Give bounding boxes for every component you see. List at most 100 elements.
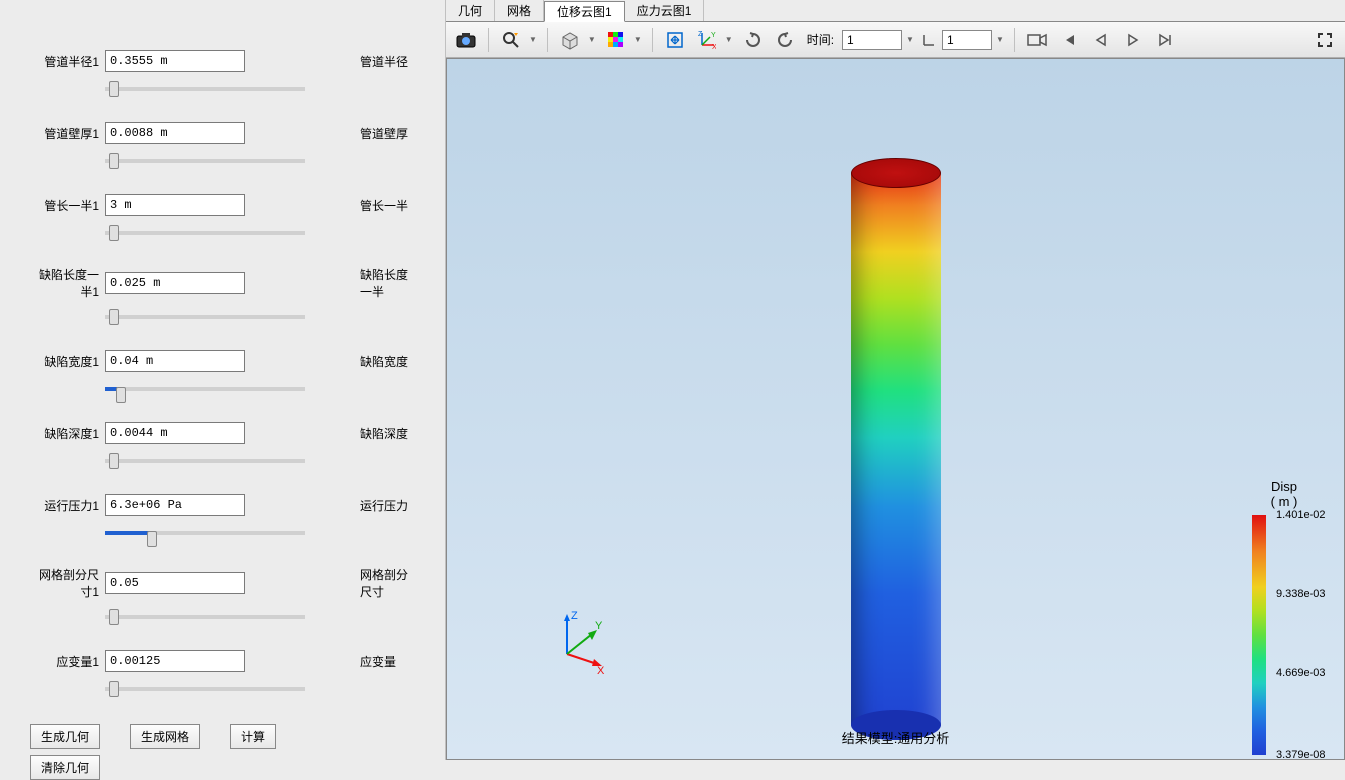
- legend-gradient-bar: 1.401e-029.338e-034.669e-033.379e-08: [1252, 515, 1266, 755]
- svg-text:Z: Z: [698, 31, 703, 38]
- cube-dropdown-icon[interactable]: ▼: [632, 31, 644, 48]
- param-row-6: 运行压力1 运行压力: [30, 494, 415, 516]
- box-icon[interactable]: [556, 26, 584, 54]
- camera-icon[interactable]: [1023, 26, 1051, 54]
- param-label: 管长一半1: [30, 197, 105, 214]
- param-input-8[interactable]: [105, 650, 245, 672]
- param-desc: 缺陷宽度: [360, 353, 408, 370]
- tab-1[interactable]: 网格: [495, 0, 544, 21]
- rotate-ccw-icon[interactable]: [771, 26, 799, 54]
- param-slider-8[interactable]: [105, 687, 305, 691]
- time-value-1-input[interactable]: [842, 30, 902, 50]
- param-input-4[interactable]: [105, 350, 245, 372]
- param-desc: 运行压力: [360, 497, 408, 514]
- time2-dropdown-icon[interactable]: ▼: [994, 31, 1006, 48]
- param-desc: 缺陷长度一半: [360, 266, 415, 300]
- fullscreen-icon[interactable]: [1311, 26, 1339, 54]
- screenshot-icon[interactable]: [452, 26, 480, 54]
- zoom-dropdown-icon[interactable]: ▼: [527, 31, 539, 48]
- param-label: 缺陷深度1: [30, 425, 105, 442]
- button-row-1: 生成几何 生成网格 计算: [30, 724, 415, 749]
- svg-text:Y: Y: [711, 32, 716, 39]
- legend-tick: 3.379e-08: [1276, 749, 1326, 761]
- param-row-0: 管道半径1 管道半径: [30, 50, 415, 72]
- param-slider-1[interactable]: [105, 159, 305, 163]
- param-input-7[interactable]: [105, 572, 245, 594]
- time-value-2-input[interactable]: [942, 30, 992, 50]
- tab-2[interactable]: 位移云图1: [544, 1, 625, 22]
- calculate-button[interactable]: 计算: [230, 724, 276, 749]
- param-row-7: 网格剖分尺寸1 网格剖分尺寸: [30, 566, 415, 600]
- legend-tick: 4.669e-03: [1276, 667, 1326, 679]
- result-title: 结果模型:通用分析: [842, 728, 950, 747]
- rotate-cw-icon[interactable]: [739, 26, 767, 54]
- tab-3[interactable]: 应力云图1: [625, 0, 705, 21]
- param-label: 网格剖分尺寸1: [30, 566, 105, 600]
- svg-text:Z: Z: [571, 610, 578, 622]
- legend-title-1: Disp: [1244, 479, 1324, 494]
- color-legend: Disp ( m ) 1.401e-029.338e-034.669e-033.…: [1244, 479, 1324, 755]
- param-desc: 缺陷深度: [360, 425, 408, 442]
- time-label: 时间:: [807, 31, 834, 48]
- right-panel: 几何网格位移云图1应力云图1 ▼ ▼ ▼ ZYX ▼ 时间: ▼ ▼: [445, 0, 1345, 760]
- axes-icon[interactable]: Z YX: [693, 26, 721, 54]
- svg-text:X: X: [712, 44, 716, 49]
- param-input-0[interactable]: [105, 50, 245, 72]
- param-row-3: 缺陷长度一半1 缺陷长度一半: [30, 266, 415, 300]
- clear-geometry-button[interactable]: 清除几何: [30, 755, 100, 780]
- param-input-5[interactable]: [105, 422, 245, 444]
- param-row-5: 缺陷深度1 缺陷深度: [30, 422, 415, 444]
- param-label: 运行压力1: [30, 497, 105, 514]
- generate-geometry-button[interactable]: 生成几何: [30, 724, 100, 749]
- generate-mesh-button[interactable]: 生成网格: [130, 724, 200, 749]
- param-input-3[interactable]: [105, 272, 245, 294]
- param-slider-2[interactable]: [105, 231, 305, 235]
- param-desc: 网格剖分尺寸: [360, 566, 415, 600]
- time1-dropdown-icon[interactable]: ▼: [904, 31, 916, 48]
- param-row-2: 管长一半1 管长一半: [30, 194, 415, 216]
- 3d-viewport[interactable]: Z Y X 结果模型:通用分析 Disp ( m ) 1.401e-029.33…: [446, 58, 1345, 760]
- param-label: 应变量1: [30, 653, 105, 670]
- pan-icon[interactable]: [661, 26, 689, 54]
- cylinder-model: [851, 159, 941, 739]
- param-desc: 管长一半: [360, 197, 408, 214]
- view-tabs: 几何网格位移云图1应力云图1: [446, 0, 1345, 22]
- param-input-1[interactable]: [105, 122, 245, 144]
- legend-title-2: ( m ): [1244, 494, 1324, 509]
- param-slider-7[interactable]: [105, 615, 305, 619]
- legend-tick: 9.338e-03: [1276, 588, 1326, 600]
- play-icon[interactable]: [1119, 26, 1147, 54]
- rubiks-cube-icon[interactable]: [602, 26, 630, 54]
- param-slider-0[interactable]: [105, 87, 305, 91]
- param-row-8: 应变量1 应变量: [30, 650, 415, 672]
- param-slider-3[interactable]: [105, 315, 305, 319]
- param-label: 管道壁厚1: [30, 125, 105, 142]
- param-desc: 管道半径: [360, 53, 408, 70]
- viewport-toolbar: ▼ ▼ ▼ Z YX ▼ 时间: ▼ ▼: [446, 22, 1345, 58]
- param-label: 管道半径1: [30, 53, 105, 70]
- param-slider-4[interactable]: [105, 387, 305, 391]
- axis-triad: Z Y X: [547, 609, 607, 669]
- param-desc: 管道壁厚: [360, 125, 408, 142]
- parameter-panel: 管道半径1管道半径管道壁厚1管道壁厚管长一半1管长一半缺陷长度一半1缺陷长度一半…: [0, 0, 445, 760]
- tab-0[interactable]: 几何: [446, 0, 495, 21]
- axes-dropdown-icon[interactable]: ▼: [723, 31, 735, 48]
- prev-frame-icon[interactable]: [1087, 26, 1115, 54]
- first-frame-icon[interactable]: [1055, 26, 1083, 54]
- box-dropdown-icon[interactable]: ▼: [586, 31, 598, 48]
- param-slider-5[interactable]: [105, 459, 305, 463]
- param-row-4: 缺陷宽度1 缺陷宽度: [30, 350, 415, 372]
- param-input-2[interactable]: [105, 194, 245, 216]
- next-frame-icon[interactable]: [1151, 26, 1179, 54]
- param-row-1: 管道壁厚1 管道壁厚: [30, 122, 415, 144]
- svg-text:Y: Y: [595, 620, 603, 632]
- param-input-6[interactable]: [105, 494, 245, 516]
- zoom-icon[interactable]: [497, 26, 525, 54]
- legend-tick: 1.401e-02: [1276, 509, 1326, 521]
- param-desc: 应变量: [360, 653, 396, 670]
- svg-text:X: X: [597, 665, 605, 677]
- param-label: 缺陷宽度1: [30, 353, 105, 370]
- angle-icon[interactable]: [920, 26, 938, 54]
- param-label: 缺陷长度一半1: [30, 266, 105, 300]
- param-slider-6[interactable]: [105, 531, 305, 535]
